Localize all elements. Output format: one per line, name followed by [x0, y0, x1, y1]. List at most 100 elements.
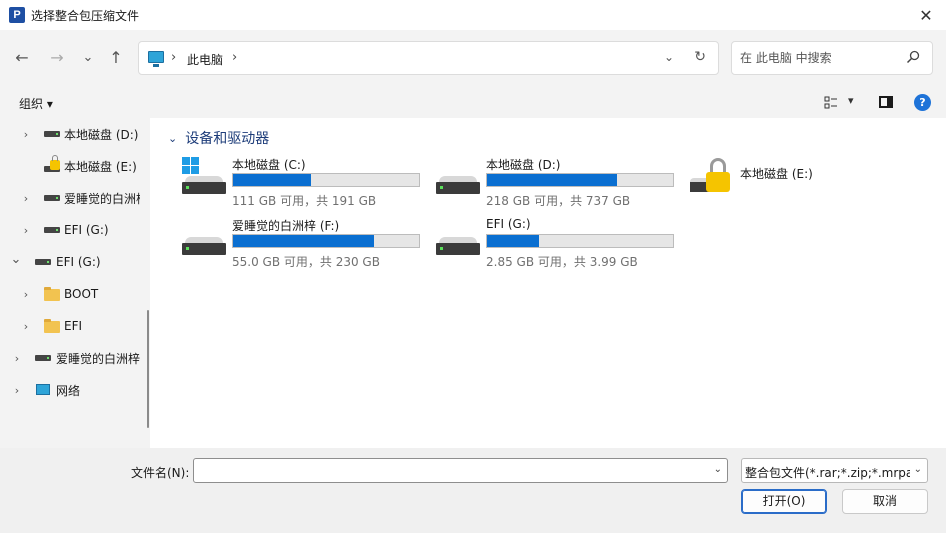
window-title: 选择整合包压缩文件	[31, 9, 140, 23]
arrow-left-icon: ←	[15, 47, 29, 67]
drive-name: 本地磁盘 (D:)	[486, 158, 561, 172]
drive-icon	[44, 227, 60, 233]
hard-drive-icon	[436, 237, 480, 259]
tree-item-efi-g[interactable]: › EFI (G:)	[0, 218, 140, 242]
drive-usage-bar	[486, 173, 674, 187]
tree-item-label: 爱睡觉的白洲梓	[56, 351, 141, 366]
chevron-right-icon[interactable]: ›	[20, 192, 32, 205]
close-button[interactable]: ✕	[906, 0, 946, 30]
tree-item-network[interactable]: › 网络	[0, 378, 140, 402]
drive-name: 爱睡觉的白洲梓 (F:)	[232, 219, 340, 233]
hard-drive-icon	[436, 176, 480, 198]
tree-scrollbar-thumb[interactable]	[147, 310, 149, 428]
title-bar: P 选择整合包压缩文件 ✕	[0, 0, 946, 30]
lock-icon	[706, 172, 730, 192]
tree-item-label: EFI (G:)	[56, 255, 101, 269]
drive-tile-g[interactable]: EFI (G:) 2.85 GB 可用，共 3.99 GB	[436, 217, 686, 269]
refresh-button[interactable]: ↻	[694, 49, 706, 65]
lock-icon	[50, 155, 60, 170]
drive-name: 本地磁盘 (C:)	[232, 158, 306, 172]
chevron-down-icon: ⌄	[82, 49, 94, 65]
folder-icon	[44, 319, 60, 333]
drive-usage-fill	[233, 174, 311, 186]
chevron-right-icon[interactable]: ›	[20, 320, 32, 333]
hard-drive-icon	[182, 176, 226, 198]
arrow-right-icon: →	[50, 47, 64, 67]
windows-logo-icon	[182, 157, 200, 175]
folder-icon	[44, 287, 60, 301]
drive-free-space: 55.0 GB 可用，共 230 GB	[232, 255, 380, 269]
filename-input[interactable]	[198, 462, 698, 479]
file-type-filter-value: 整合包文件(*.rar;*.zip;*.mrpack)	[745, 466, 910, 480]
drive-usage-bar	[232, 173, 420, 187]
tree-item-local-disk-e[interactable]: 本地磁盘 (E:)	[0, 154, 140, 178]
tree-item-label: 爱睡觉的白洲梓	[64, 191, 149, 206]
chevron-down-icon: ⌄	[168, 131, 178, 145]
drive-tile-c[interactable]: 本地磁盘 (C:) 111 GB 可用，共 191 GB	[182, 156, 432, 208]
content-area: ⌄ 设备和驱动器 本地磁盘 (C:) 111 GB 可用，共 191 GB 本地…	[158, 118, 946, 448]
dialog-footer: 文件名(N): ⌄ 整合包文件(*.rar;*.zip;*.mrpack) ⌄ …	[0, 448, 946, 533]
cancel-button[interactable]: 取消	[842, 489, 928, 514]
chevron-right-icon[interactable]: ›	[11, 352, 23, 365]
tree-item-boot[interactable]: › BOOT	[0, 282, 140, 306]
chevron-down-icon[interactable]: ⌄	[10, 252, 22, 267]
drive-usage-fill	[233, 235, 374, 247]
tree-item-efi-folder[interactable]: › EFI	[0, 314, 140, 338]
drive-icon	[44, 131, 60, 137]
address-location[interactable]: 此电脑	[187, 51, 223, 68]
drive-name: EFI (G:)	[486, 217, 531, 231]
tree-item-local-disk-d[interactable]: › 本地磁盘 (D:)	[0, 122, 140, 146]
open-button[interactable]: 打开(O)	[741, 489, 827, 514]
help-button[interactable]: ?	[914, 94, 931, 111]
back-button[interactable]: ←	[11, 46, 33, 68]
drive-free-space: 111 GB 可用，共 191 GB	[232, 194, 377, 208]
address-separator[interactable]: ›	[171, 50, 176, 65]
group-title: 设备和驱动器	[185, 131, 270, 147]
navigation-bar: ← → ⌄ ↑ › 此电脑 › ⌄ ↻	[0, 30, 946, 88]
file-type-filter[interactable]: 整合包文件(*.rar;*.zip;*.mrpack) ⌄	[741, 458, 928, 483]
tree-item-label: EFI (G:)	[64, 223, 109, 237]
filename-combobox[interactable]: ⌄	[193, 458, 728, 483]
drive-usage-fill	[487, 235, 539, 247]
drive-usage-fill	[487, 174, 617, 186]
chevron-right-icon[interactable]: ›	[20, 288, 32, 301]
drive-usage-bar	[486, 234, 674, 248]
chevron-right-icon[interactable]: ›	[20, 128, 32, 141]
address-history-dropdown[interactable]: ⌄	[664, 50, 674, 64]
tree-item-efi-g-expanded[interactable]: ⌄ EFI (G:)	[0, 250, 140, 274]
tree-item-label: EFI	[64, 319, 83, 333]
navigation-tree: › 本地磁盘 (D:) 本地磁盘 (E:) › 爱睡觉的白洲梓 › EFI (G…	[0, 118, 150, 448]
drive-tile-d[interactable]: 本地磁盘 (D:) 218 GB 可用，共 737 GB	[436, 156, 686, 208]
change-view-button[interactable]: ▾	[824, 94, 864, 112]
drive-tile-f[interactable]: 爱睡觉的白洲梓 (F:) 55.0 GB 可用，共 230 GB	[182, 217, 432, 269]
arrow-up-icon: ↑	[109, 47, 123, 67]
tree-item-baishou-f[interactable]: › 爱睡觉的白洲梓	[0, 186, 148, 210]
hard-drive-icon	[182, 237, 226, 259]
chevron-down-icon[interactable]: ⌄	[714, 464, 722, 475]
chevron-down-icon: ▾	[848, 94, 854, 107]
close-icon: ✕	[919, 5, 933, 25]
network-icon	[36, 384, 50, 395]
address-bar[interactable]: › 此电脑 › ⌄ ↻	[138, 41, 719, 75]
search-box[interactable]	[731, 41, 933, 75]
drive-icon	[35, 355, 51, 361]
group-devices-and-drives[interactable]: ⌄ 设备和驱动器	[168, 128, 269, 148]
tree-item-baishou-network[interactable]: › 爱睡觉的白洲梓	[0, 346, 140, 370]
filename-label: 文件名(N):	[131, 466, 190, 480]
search-icon[interactable]	[906, 50, 920, 64]
tree-item-label: 本地磁盘 (D:)	[64, 127, 139, 142]
chevron-right-icon[interactable]: ›	[11, 384, 23, 397]
drive-tile-e-locked[interactable]: 本地磁盘 (E:)	[690, 156, 840, 198]
tree-item-label: 本地磁盘 (E:)	[64, 159, 137, 174]
organize-menu[interactable]: 组织 ▾	[19, 95, 53, 112]
drive-icon	[44, 195, 60, 201]
drive-free-space: 2.85 GB 可用，共 3.99 GB	[486, 255, 638, 269]
address-separator[interactable]: ›	[232, 50, 237, 65]
preview-pane-button[interactable]	[879, 96, 893, 108]
up-button[interactable]: ↑	[105, 46, 127, 68]
recent-locations-button[interactable]: ⌄	[77, 46, 99, 68]
forward-button[interactable]: →	[46, 46, 68, 68]
chevron-down-icon: ⌄	[913, 464, 922, 475]
search-input[interactable]	[740, 49, 900, 67]
chevron-right-icon[interactable]: ›	[20, 224, 32, 237]
